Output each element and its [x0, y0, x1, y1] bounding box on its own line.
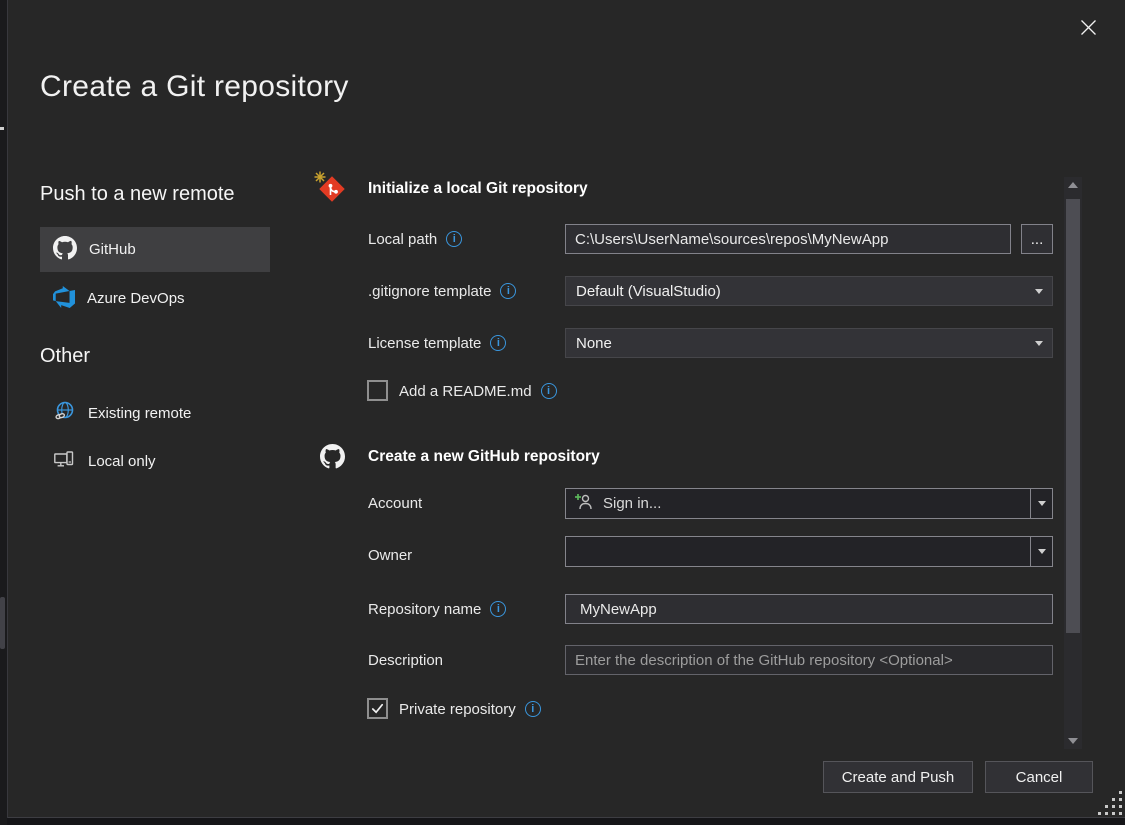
sidebar-item-github[interactable]: GitHub — [40, 227, 270, 272]
add-account-icon — [574, 493, 595, 514]
github-section-heading: Create a new GitHub repository — [368, 444, 600, 470]
license-template-label: License template i — [368, 328, 506, 358]
owner-dropdown-button[interactable] — [1030, 537, 1052, 566]
sparkle-new-icon — [314, 170, 326, 188]
push-section-heading: Push to a new remote — [40, 183, 235, 206]
private-repository-info-icon[interactable]: i — [525, 701, 541, 717]
readme-info-icon[interactable]: i — [541, 383, 557, 399]
browse-button[interactable]: ... — [1021, 224, 1053, 254]
license-info-icon[interactable]: i — [490, 335, 506, 351]
sidebar-item-local-only[interactable]: Local only — [40, 439, 270, 483]
background-window-bottom — [7, 818, 1125, 825]
owner-label: Owner — [368, 540, 412, 570]
license-template-value: None — [576, 335, 612, 352]
repository-name-label: Repository name i — [368, 594, 506, 624]
sidebar-item-label: GitHub — [89, 241, 136, 258]
git-new-icon — [319, 176, 346, 203]
account-dropdown-button[interactable] — [1030, 489, 1052, 518]
background-window-edge — [0, 0, 8, 825]
chevron-down-icon — [1035, 289, 1043, 294]
triangle-up-icon — [1068, 182, 1078, 188]
owner-combobox[interactable] — [565, 536, 1053, 567]
repository-name-input[interactable] — [565, 594, 1053, 624]
create-git-repository-dialog: Create a Git repository Push to a new re… — [0, 0, 1125, 825]
chevron-down-icon — [1038, 501, 1046, 506]
chevron-down-icon — [1035, 341, 1043, 346]
background-window-tick — [0, 127, 4, 130]
license-template-combobox[interactable]: None — [565, 328, 1053, 358]
gitignore-template-value: Default (VisualStudio) — [576, 283, 721, 300]
sidebar-item-label: Local only — [88, 453, 156, 470]
chevron-down-icon — [1038, 549, 1046, 554]
create-and-push-button[interactable]: Create and Push — [823, 761, 973, 793]
sidebar-item-existing-remote[interactable]: Existing remote — [40, 391, 270, 435]
page-title: Create a Git repository — [40, 70, 349, 104]
resize-grip[interactable] — [1098, 791, 1124, 817]
azure-devops-icon — [53, 286, 75, 312]
repository-name-info-icon[interactable]: i — [490, 601, 506, 617]
local-path-info-icon[interactable]: i — [446, 231, 462, 247]
private-repository-label: Private repository i — [399, 698, 541, 720]
readme-checkbox[interactable] — [367, 380, 388, 401]
vertical-scrollbar[interactable] — [1064, 177, 1082, 749]
close-icon — [1080, 19, 1097, 41]
sidebar-item-label: Existing remote — [88, 405, 191, 422]
sidebar-item-label: Azure DevOps — [87, 290, 185, 307]
gitignore-template-label: .gitignore template i — [368, 276, 516, 306]
other-section-heading: Other — [40, 345, 90, 368]
sidebar-item-azure-devops[interactable]: Azure DevOps — [40, 276, 270, 321]
private-repository-checkbox[interactable] — [367, 698, 388, 719]
computer-icon — [53, 448, 76, 475]
close-button[interactable] — [1072, 14, 1104, 46]
local-path-label: Local path i — [368, 224, 462, 254]
gitignore-template-combobox[interactable]: Default (VisualStudio) — [565, 276, 1053, 306]
description-input[interactable] — [565, 645, 1053, 675]
gitignore-info-icon[interactable]: i — [500, 283, 516, 299]
globe-link-icon — [53, 400, 76, 427]
github-icon — [53, 236, 77, 264]
scrollbar-thumb[interactable] — [1066, 199, 1080, 633]
octocat-icon — [320, 444, 345, 474]
account-combobox[interactable]: Sign in... — [565, 488, 1053, 519]
local-path-input[interactable] — [565, 224, 1011, 254]
scroll-up-button[interactable] — [1064, 177, 1082, 193]
account-label: Account — [368, 488, 422, 518]
description-label: Description — [368, 645, 443, 675]
triangle-down-icon — [1068, 738, 1078, 744]
account-signin-text: Sign in... — [603, 495, 661, 512]
scroll-down-button[interactable] — [1064, 733, 1082, 749]
cancel-button[interactable]: Cancel — [985, 761, 1093, 793]
initialize-section-heading: Initialize a local Git repository — [368, 176, 588, 202]
check-icon — [370, 701, 385, 716]
background-window-scrollbar — [0, 597, 5, 649]
readme-label: Add a README.md i — [399, 380, 557, 402]
